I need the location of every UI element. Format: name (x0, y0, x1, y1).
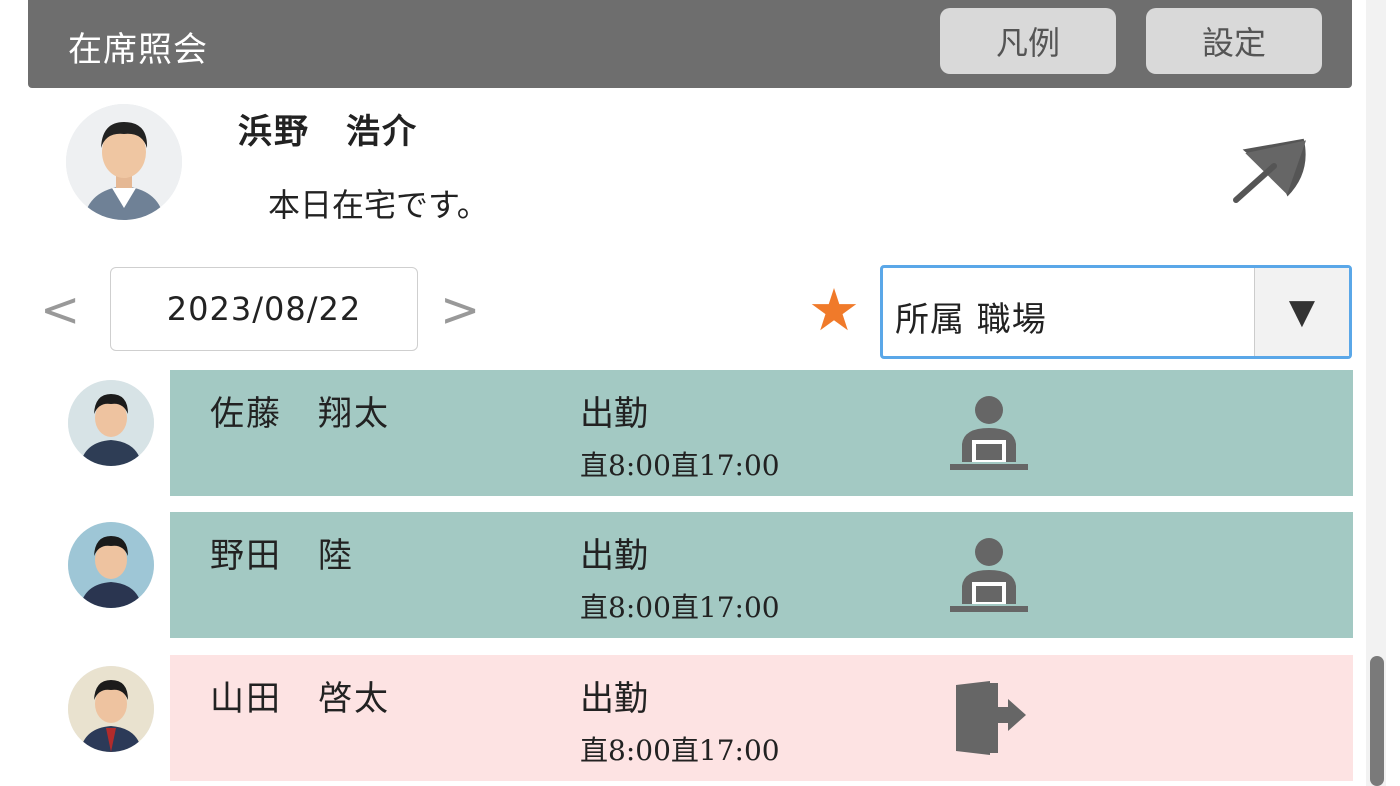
legend-button[interactable]: 凡例 (940, 8, 1116, 74)
member-time: 直8:00直17:00 (580, 449, 780, 482)
settings-button[interactable]: 設定 (1146, 8, 1322, 74)
member-row[interactable]: 野田 陸 出勤 直8:00直17:00 (170, 512, 1353, 638)
member-row[interactable]: 山田 啓太 出勤 直8:00直17:00 (170, 655, 1353, 781)
scrollbar-thumb[interactable] (1370, 656, 1384, 786)
desk-worker-icon (950, 396, 1028, 470)
my-avatar (66, 104, 182, 220)
member-name: 佐藤 翔太 (210, 394, 390, 434)
member-status: 出勤 (580, 394, 648, 434)
my-status-message: 本日在宅です。 (268, 186, 489, 224)
member-time: 直8:00直17:00 (580, 591, 780, 624)
umbrella-icon[interactable] (1226, 126, 1316, 204)
next-date-arrow[interactable]: > (440, 282, 480, 338)
my-name: 浜野 浩介 (238, 112, 418, 152)
exit-door-icon (956, 681, 1026, 755)
date-field[interactable]: 2023/08/22 (110, 267, 418, 351)
member-row[interactable]: 佐藤 翔太 出勤 直8:00直17:00 (170, 370, 1353, 496)
prev-date-arrow[interactable]: < (40, 282, 80, 338)
header-bar: 在席照会 凡例 設定 (28, 0, 1352, 88)
dropdown-arrow-icon[interactable]: ▼ (1254, 268, 1349, 356)
group-select-value: 所属 職場 (895, 300, 1047, 340)
page-title: 在席照会 (68, 30, 208, 70)
member-time: 直8:00直17:00 (580, 734, 780, 767)
member-name: 野田 陸 (210, 536, 354, 576)
member-avatar (68, 522, 154, 608)
member-avatar (68, 666, 154, 752)
member-name: 山田 啓太 (210, 679, 390, 719)
desk-worker-icon (950, 538, 1028, 612)
group-select[interactable]: 所属 職場 ▼ (880, 265, 1352, 359)
member-avatar (68, 380, 154, 466)
member-status: 出勤 (580, 679, 648, 719)
member-status: 出勤 (580, 536, 648, 576)
star-icon[interactable]: ★ (808, 280, 860, 340)
